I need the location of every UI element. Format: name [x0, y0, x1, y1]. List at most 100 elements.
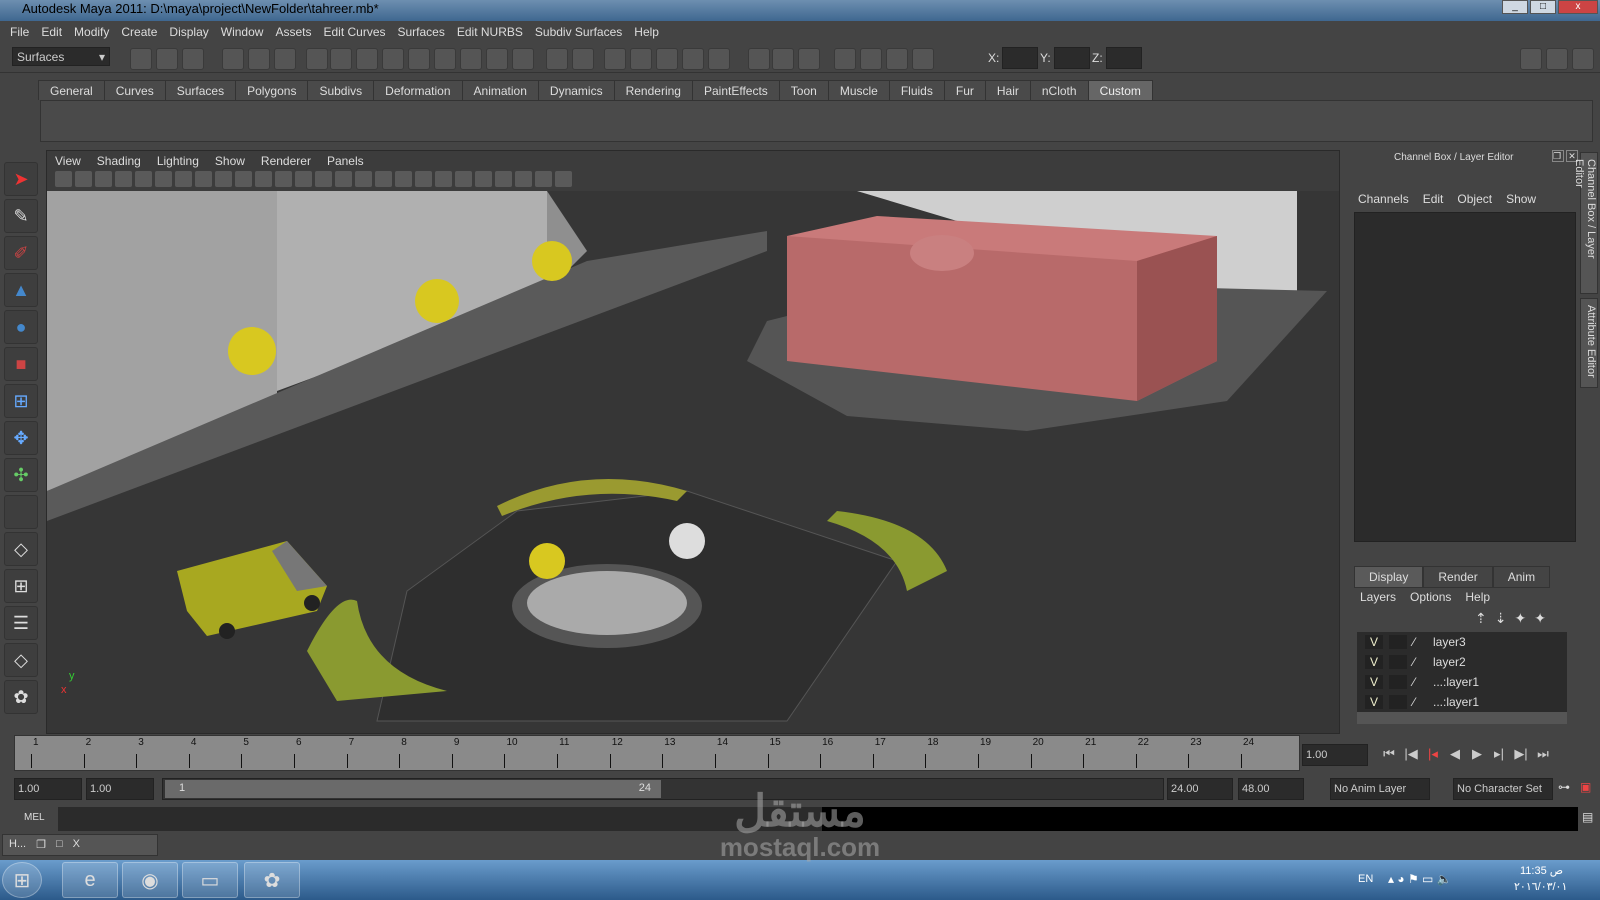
anim-layer-dropdown[interactable]: No Anim Layer — [1330, 778, 1430, 800]
toolbar-button-icon-27[interactable] — [886, 48, 908, 70]
viewport-tool-icon-21[interactable] — [475, 171, 492, 187]
toolbar-button-icon-14[interactable] — [512, 48, 534, 70]
viewport-tool-icon-22[interactable] — [495, 171, 512, 187]
menu-edit-nurbs[interactable]: Edit NURBS — [457, 22, 531, 42]
viewport-tool-icon-6[interactable] — [175, 171, 192, 187]
layer-tab-display[interactable]: Display — [1354, 566, 1424, 588]
toolbar-button-icon-12[interactable] — [460, 48, 482, 70]
menu-help[interactable]: Help — [634, 22, 667, 42]
viewport-tool-icon-1[interactable] — [75, 171, 92, 187]
shelf-tab-fluids[interactable]: Fluids — [888, 80, 945, 100]
viewport-tool-icon-16[interactable] — [375, 171, 392, 187]
playback-start-field[interactable]: 1.00 — [86, 778, 154, 800]
toolbar-button-icon-10[interactable] — [408, 48, 430, 70]
close-button[interactable]: x — [1558, 0, 1598, 14]
layer-color-swatch[interactable]: ⁄ — [1413, 695, 1427, 709]
play-backwards-icon[interactable]: ◀ — [1444, 746, 1466, 766]
maximize-button[interactable]: □ — [1530, 0, 1556, 14]
toolbar-button-icon-19[interactable] — [656, 48, 678, 70]
step-back-key-icon[interactable]: |◀ — [1400, 746, 1422, 766]
layer-menu-help[interactable]: Help — [1465, 590, 1490, 604]
menu-modify[interactable]: Modify — [74, 22, 117, 42]
rotate-tool-icon[interactable]: ● — [4, 310, 38, 344]
internet-explorer-icon[interactable]: e — [62, 862, 118, 898]
shelf-tab-custom[interactable]: Custom — [1087, 80, 1153, 100]
viewport-tool-icon-20[interactable] — [455, 171, 472, 187]
toolbar-button-icon-22[interactable] — [748, 48, 770, 70]
menu-subdiv-surfaces[interactable]: Subdiv Surfaces — [535, 22, 630, 42]
viewport-menu-view[interactable]: View — [55, 154, 81, 168]
viewport-menu-show[interactable]: Show — [215, 154, 245, 168]
viewport-tool-icon-4[interactable] — [135, 171, 152, 187]
toolbar-button-icon-20[interactable] — [682, 48, 704, 70]
script-editor-icon[interactable]: ▤ — [1582, 810, 1593, 824]
viewport-tool-icon-7[interactable] — [195, 171, 212, 187]
layer-menu-options[interactable]: Options — [1410, 590, 1451, 604]
layer-name[interactable]: layer2 — [1433, 655, 1466, 669]
channel-box-toggle-icon[interactable] — [1520, 48, 1542, 70]
layer-row[interactable]: V ⁄ layer3 — [1357, 632, 1567, 652]
toolbar-button-icon-25[interactable] — [834, 48, 856, 70]
outliner-layout-icon[interactable]: ☰ — [4, 606, 38, 640]
toolbar-button-icon-13[interactable] — [486, 48, 508, 70]
current-frame-field[interactable]: 1.00 — [1302, 744, 1368, 766]
restore-icon[interactable]: ❐ — [36, 838, 46, 852]
lasso-tool-icon[interactable]: ✎ — [4, 199, 38, 233]
viewport-tool-icon-8[interactable] — [215, 171, 232, 187]
shelf-tab-deformation[interactable]: Deformation — [373, 80, 463, 100]
shelf-tab-general[interactable]: General — [38, 80, 105, 100]
start-time-field[interactable]: 1.00 — [14, 778, 82, 800]
close-icon[interactable]: X — [73, 838, 80, 852]
viewport-tool-icon-13[interactable] — [315, 171, 332, 187]
perspective-viewport[interactable]: x y — [47, 191, 1339, 733]
move-layer-down-icon[interactable]: ⇣ — [1495, 610, 1507, 627]
x-field[interactable] — [1002, 47, 1038, 69]
shelf-tab-fur[interactable]: Fur — [943, 80, 986, 100]
layer-name[interactable]: layer3 — [1433, 635, 1466, 649]
side-tab-attribute-editor[interactable]: Attribute Editor — [1580, 298, 1598, 388]
viewport-tool-icon-17[interactable] — [395, 171, 412, 187]
character-set-dropdown[interactable]: No Character Set — [1453, 778, 1553, 800]
layer-color-swatch[interactable]: ⁄ — [1413, 675, 1427, 689]
paint-select-icon[interactable]: ✐ — [4, 236, 38, 270]
menu-display[interactable]: Display — [169, 22, 216, 42]
channel-menu-object[interactable]: Object — [1457, 192, 1492, 206]
step-forward-key-icon[interactable]: ▶| — [1510, 746, 1532, 766]
language-indicator[interactable]: EN — [1358, 873, 1373, 885]
chrome-icon[interactable]: ◉ — [122, 862, 178, 898]
layer-template-toggle[interactable] — [1389, 635, 1407, 649]
toolbar-button-icon-4[interactable] — [248, 48, 270, 70]
playback-end-field[interactable]: 24.00 — [1167, 778, 1233, 800]
toolbar-button-icon-23[interactable] — [772, 48, 794, 70]
channel-menu-edit[interactable]: Edit — [1423, 192, 1444, 206]
viewport-tool-icon-25[interactable] — [555, 171, 572, 187]
toolbar-button-icon-21[interactable] — [708, 48, 730, 70]
menu-assets[interactable]: Assets — [275, 22, 319, 42]
shelf-tab-subdivs[interactable]: Subdivs — [307, 80, 375, 100]
toolbar-button-icon-8[interactable] — [356, 48, 378, 70]
toolbar-button-icon-24[interactable] — [798, 48, 820, 70]
shelf-tab-dynamics[interactable]: Dynamics — [537, 80, 615, 100]
go-to-end-icon[interactable]: ⏭ — [1532, 746, 1554, 766]
menu-set-dropdown[interactable]: Surfaces ▾ — [12, 47, 110, 66]
toolbar-button-icon-15[interactable] — [546, 48, 568, 70]
start-button-icon[interactable]: ⊞ — [2, 862, 42, 898]
layer-list-scrollbar[interactable] — [1357, 712, 1567, 724]
minimize-button[interactable]: _ — [1502, 0, 1528, 14]
layer-visibility-toggle[interactable]: V — [1365, 675, 1383, 689]
menu-surfaces[interactable]: Surfaces — [398, 22, 453, 42]
viewport-menu-lighting[interactable]: Lighting — [157, 154, 199, 168]
layer-template-toggle[interactable] — [1389, 695, 1407, 709]
layer-name[interactable]: ...:layer1 — [1433, 695, 1479, 709]
menu-window[interactable]: Window — [221, 22, 272, 42]
channel-menu-show[interactable]: Show — [1506, 192, 1536, 206]
viewport-tool-icon-14[interactable] — [335, 171, 352, 187]
viewport-tool-icon-19[interactable] — [435, 171, 452, 187]
toolbar-button-icon-7[interactable] — [330, 48, 352, 70]
layer-row[interactable]: V ⁄ layer2 — [1357, 652, 1567, 672]
viewport-tool-icon-12[interactable] — [295, 171, 312, 187]
menu-file[interactable]: File — [10, 22, 37, 42]
menu-edit-curves[interactable]: Edit Curves — [323, 22, 393, 42]
toolbar-button-icon-6[interactable] — [306, 48, 328, 70]
new-layer-icon[interactable]: ✦ — [1514, 610, 1526, 627]
